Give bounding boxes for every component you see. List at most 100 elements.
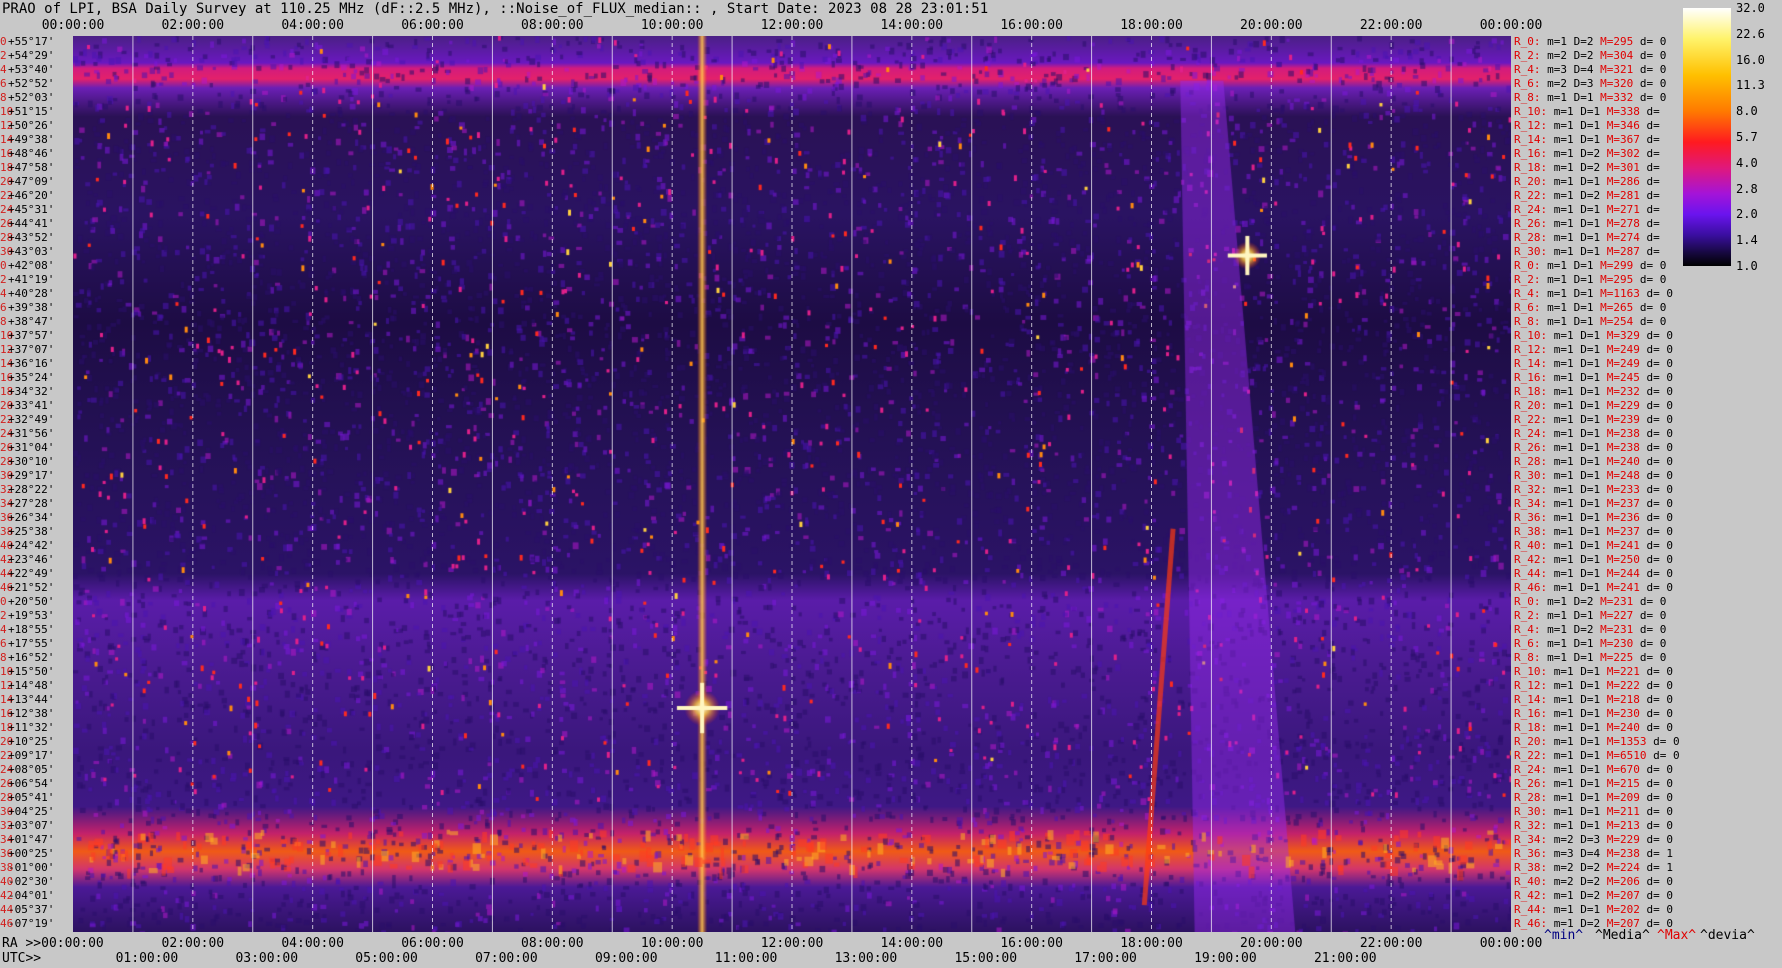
row-stat-field: R_18: — [1514, 721, 1548, 734]
row-stat-field: D=1 — [1580, 497, 1601, 510]
row-stat-field: M=245 — [1606, 371, 1640, 384]
row-stat-field: d= 1 — [1646, 861, 1674, 874]
dec-label: 14+49°38' — [0, 133, 54, 147]
row-stat-field: D=1 — [1580, 385, 1601, 398]
row-stat-field: m=1 — [1553, 147, 1574, 160]
row-stat: R_28: m=1 D=1 M=209 d= 0 — [1514, 791, 1673, 805]
row-stat-field: D=1 — [1580, 749, 1601, 762]
row-stat-field: M=299 — [1600, 259, 1634, 272]
row-stat-field: m=1 — [1553, 483, 1574, 496]
row-stat-field: d= 0 — [1639, 637, 1667, 650]
row-stat-field: M=233 — [1606, 483, 1640, 496]
row-stat-field: D=1 — [1580, 357, 1601, 370]
row-stat-field: D=1 — [1580, 567, 1601, 580]
dec-value: +52°03' — [8, 91, 55, 104]
row-stat-field: m=1 — [1553, 105, 1574, 118]
dec-value: +08°05' — [8, 763, 55, 776]
row-stat-field: m=1 — [1553, 539, 1574, 552]
dec-index: 28 — [0, 791, 14, 804]
row-stat-field: R_20: — [1514, 735, 1548, 748]
row-stat: R_16: m=1 D=1 M=230 d= 0 — [1514, 707, 1673, 721]
row-stat-field: d= 0 — [1646, 763, 1674, 776]
dec-index: 18 — [0, 161, 14, 174]
dec-label: 2+19°53' — [0, 609, 54, 623]
dec-index: 40 — [0, 875, 14, 888]
row-stat-field: M=244 — [1606, 567, 1640, 580]
utc-tick: 05:00:00 — [355, 951, 418, 966]
dec-value: +43°52' — [8, 231, 55, 244]
bottom-ra-tick: 20:00:00 — [1240, 936, 1303, 951]
row-stat: R_6: m=1 D=1 M=265 d= 0 — [1514, 301, 1666, 315]
row-stat-field: D=1 — [1573, 273, 1594, 286]
dec-label: 20+47°09' — [0, 175, 54, 189]
row-stat-field: d= 0 — [1646, 707, 1674, 720]
dec-label: 6+17°55' — [0, 637, 54, 651]
bottom-ra-tick: 12:00:00 — [760, 936, 824, 951]
row-stat: R_8: m=1 D=1 M=254 d= 0 — [1514, 315, 1666, 329]
row-stat-field: M=6510 — [1606, 749, 1647, 762]
row-stat: R_44: m=1 D=1 M=202 d= 0 — [1514, 903, 1673, 917]
row-stat-field: R_12: — [1514, 119, 1548, 132]
utc-tick: 11:00:00 — [714, 951, 778, 966]
row-stat-field: R_8: — [1514, 91, 1541, 104]
dec-label: 2+54°29' — [0, 49, 54, 63]
dec-label: 12+37°07' — [0, 343, 54, 357]
dec-label: 36+26°34' — [0, 511, 54, 525]
dec-index: 14 — [0, 133, 14, 146]
dec-label: 10+51°15' — [0, 105, 54, 119]
row-stat: R_34: m=1 D=1 M=237 d= 0 — [1514, 497, 1673, 511]
row-stat-field: D=1 — [1580, 203, 1601, 216]
row-stat-field: m=1 — [1553, 805, 1574, 818]
row-stat-field: D=3 — [1580, 833, 1601, 846]
dec-index: 0 — [0, 595, 7, 608]
row-stat-field: m=1 — [1553, 245, 1574, 258]
row-stat-field: M=670 — [1606, 763, 1640, 776]
colorbar-tick: 4.0 — [1736, 155, 1758, 170]
dec-label: 32+03°07' — [0, 819, 54, 833]
row-stat-field: m=2 — [1553, 875, 1574, 888]
row-stat-field: D=1 — [1580, 721, 1601, 734]
row-stat-field: D=1 — [1580, 581, 1601, 594]
dec-value: +42°08' — [8, 259, 55, 272]
dec-label: 8+52°03' — [0, 91, 54, 105]
dec-label: 32+28°22' — [0, 483, 54, 497]
bottom-ra-tick: 10:00:00 — [640, 936, 704, 951]
row-stat: R_8: m=1 D=1 M=332 d= 0 — [1514, 91, 1666, 105]
row-stat-field: R_8: — [1514, 315, 1541, 328]
row-stat-field: m=1 — [1553, 511, 1574, 524]
row-stat: R_0: m=1 D=1 M=299 d= 0 — [1514, 259, 1666, 273]
dec-value: +32°49' — [8, 413, 55, 426]
dec-value: +11°32' — [8, 721, 55, 734]
row-stat-field: M=248 — [1606, 469, 1640, 482]
row-stat-field: M=295 — [1600, 35, 1634, 48]
heatmap-plot[interactable] — [73, 36, 1511, 932]
dec-value: +48°46' — [8, 147, 55, 160]
row-stat-field: d= 0 — [1646, 567, 1674, 580]
row-stat-field: M=231 — [1600, 595, 1634, 608]
ra-axis-label: RA >>00:00:00 — [2, 936, 104, 951]
dec-index: 12 — [0, 343, 14, 356]
row-stat-field: R_36: — [1514, 511, 1548, 524]
row-stat-field: m=1 — [1553, 679, 1574, 692]
dec-value: +25°38' — [8, 525, 55, 538]
row-stat: R_26: m=1 D=1 M=278 d= — [1514, 217, 1660, 231]
dec-value: +21°52' — [8, 581, 55, 594]
row-stat-field: d= — [1646, 189, 1660, 202]
dec-index: 14 — [0, 693, 14, 706]
row-stat-field: R_20: — [1514, 399, 1548, 412]
row-stat-field: D=1 — [1573, 637, 1594, 650]
dec-value: +15°50' — [8, 665, 55, 678]
row-stat-field: R_34: — [1514, 497, 1548, 510]
dec-label: 18+47°58' — [0, 161, 54, 175]
row-stat: R_40: m=2 D=2 M=206 d= 0 — [1514, 875, 1673, 889]
dec-label: 30+29°17' — [0, 469, 54, 483]
row-stat-field: R_28: — [1514, 791, 1548, 804]
dec-value: +23°46' — [8, 553, 55, 566]
row-stat-field: d= 0 — [1646, 287, 1674, 300]
row-stat-field: R_18: — [1514, 161, 1548, 174]
row-stat-field: M=1163 — [1600, 287, 1640, 300]
row-stat-field: d= 0 — [1646, 385, 1674, 398]
row-stat-field: D=1 — [1580, 343, 1601, 356]
dec-index: 16 — [0, 371, 14, 384]
dec-index: 24 — [0, 203, 14, 216]
